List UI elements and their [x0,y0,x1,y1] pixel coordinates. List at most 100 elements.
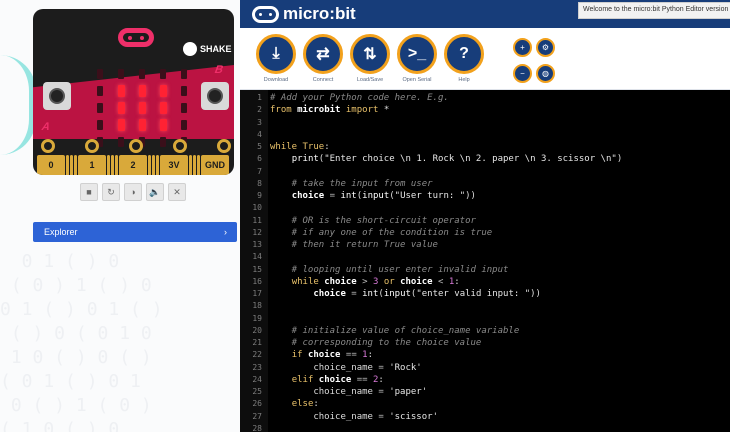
led-off [97,120,103,130]
code-editor[interactable]: 1 # Add your Python code here. E.g. 2 from … [240,90,730,432]
serial-icon: >_ [397,34,437,74]
code-line[interactable]: 24 elif choice == 2: [240,374,730,386]
line-number: 17 [252,289,262,298]
code-line[interactable]: 10 [240,202,730,214]
code-line[interactable]: 5 while True: [240,141,730,153]
button-a-cap [49,88,65,104]
explorer-button[interactable]: Explorer › [33,222,237,242]
code-line[interactable]: 18 [240,300,730,312]
app-name: micro:bit [283,4,356,23]
code-line[interactable]: 25 choice_name = 'paper' [240,386,730,398]
pin-0[interactable]: 0 [37,155,65,175]
code-line[interactable]: 20 # initialize value of choice_name var… [240,325,730,337]
code-line[interactable]: 26 else: [240,398,730,410]
pin-hole [217,139,231,153]
code-line[interactable]: 8 # take the input from user [240,178,730,190]
help-button[interactable]: ? Help [442,34,486,83]
line-number: 28 [252,423,262,432]
button-a[interactable] [43,82,71,110]
code-line[interactable]: 28 [240,423,730,432]
led [133,84,151,98]
theme-button[interactable]: ◑ [124,183,142,201]
code-text: elif choice == 2: [291,374,384,385]
led [112,67,130,81]
download-button[interactable]: ⤓ Download [254,34,298,83]
line-number: 8 [257,178,262,188]
settings-button[interactable]: ⚙ [536,38,555,57]
code-line[interactable]: 13 # then it return True value [240,239,730,251]
reset-button[interactable]: ↻ [102,183,120,201]
button-b[interactable] [201,82,229,110]
code-line[interactable]: 27 choice_name = 'scissor' [240,411,730,423]
shake-button[interactable]: SHAKE [183,42,232,56]
led [175,118,193,132]
led-on [159,119,167,131]
code-line[interactable]: 6 print("Enter choice \n 1. Rock \n 2. p… [240,153,730,165]
code-line[interactable]: 16 while choice > 3 or choice < 1: [240,276,730,288]
code-line[interactable]: 7 [240,166,730,178]
line-number: 9 [257,191,262,200]
led-off [181,69,187,79]
small-pin [193,155,196,175]
code-line[interactable]: 9 choice = int(input("User turn: ")) [240,190,730,202]
led [91,67,109,81]
line-number: 19 [252,313,262,323]
code-text: # looping until user enter invalid input [270,264,509,275]
pin-gnd[interactable]: GND [201,155,229,175]
code-text: # OR is the short-circuit operator [270,215,476,226]
zoom-out-button[interactable]: − [513,64,532,83]
open-serial-button[interactable]: >_ Open Serial [395,34,439,83]
shake-dot-icon [183,42,197,56]
code-line[interactable]: 14 [240,251,730,263]
load-save-icon: ⇅ [350,34,390,74]
led [154,67,172,81]
help-icon: ? [444,34,484,74]
led [175,67,193,81]
code-line[interactable]: 1 # Add your Python code here. E.g. [240,92,730,104]
code-line[interactable]: 12 # if any one of the condition is true [240,227,730,239]
toolbar-button-label: Open Serial [402,77,432,83]
mute-button[interactable]: 🔈 [146,183,164,201]
line-number: 5 [257,142,262,151]
connect-button[interactable]: ⇄ Connect [301,34,345,83]
pin-1[interactable]: 1 [78,155,106,175]
led-off [181,103,187,113]
toolbar-button-label: Help [458,77,470,83]
line-number: 3 [257,117,262,127]
led-off [118,69,124,79]
code-line[interactable]: 19 [240,313,730,325]
load-save-button[interactable]: ⇅ Load/Save [348,34,392,83]
toolbar-button-label: Download [263,77,289,83]
code-line[interactable]: 11 # OR is the short-circuit operator [240,215,730,227]
code-line[interactable]: 3 [240,117,730,129]
shake-label: SHAKE [200,44,232,54]
code-line[interactable]: 21 # corresponding to the choice value [240,337,730,349]
close-button[interactable]: ✕ [168,183,186,201]
pin-2[interactable]: 2 [119,155,147,175]
code-line[interactable]: 4 [240,129,730,141]
language-button[interactable]: ◍ [536,64,555,83]
led [133,67,151,81]
code-line[interactable]: 23 choice_name = 'Rock' [240,362,730,374]
led [154,118,172,132]
simulator-panel: 0 1 ( ) 0 ( 0 ) 1 ( ) 0 0 1 ( ) 0 1 ( ) … [0,0,240,432]
zoom-in-button[interactable]: + [513,38,532,57]
button-b-cap [207,88,223,104]
led-on [159,102,167,114]
line-number: 7 [257,166,262,176]
line-number: 2 [257,105,262,115]
line-number: 26 [252,399,262,409]
zoom-out-icon: − [520,69,525,78]
led-on [159,85,167,97]
line-number: 11 [252,215,262,225]
code-line[interactable]: 15 # looping until user enter invalid in… [240,264,730,276]
line-number: 13 [252,240,262,249]
pin-hole [173,139,187,153]
code-line[interactable]: 2 from microbit import * [240,104,730,116]
code-line[interactable]: 22 if choice == 1: [240,349,730,361]
stop-button[interactable]: ■ [80,183,98,201]
pin-3v[interactable]: 3V [160,155,188,175]
code-line[interactable]: 17 choice = int(input("enter valid input… [240,288,730,300]
led [175,101,193,115]
small-pin [74,155,77,175]
